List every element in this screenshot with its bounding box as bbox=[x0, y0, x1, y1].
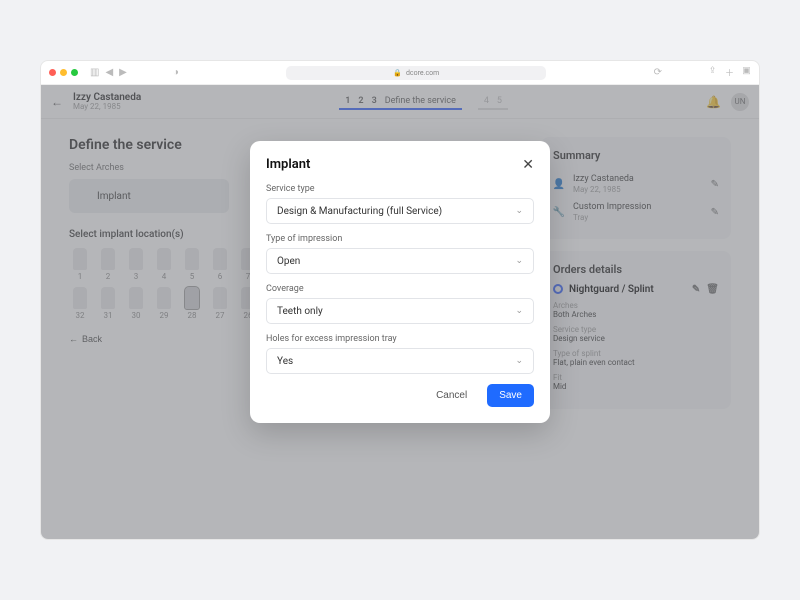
url-text: dcore.com bbox=[406, 69, 439, 77]
tabs-icon[interactable]: ▣ bbox=[742, 66, 751, 79]
modal-scrim[interactable]: Implant ✕ Service type Design & Manufactu… bbox=[41, 85, 759, 539]
select-value: Open bbox=[277, 256, 300, 267]
share-icon[interactable]: ⇪ bbox=[708, 66, 717, 79]
field-label: Service type bbox=[266, 184, 534, 194]
shield-icon: ◑ bbox=[173, 67, 179, 78]
select-value: Design & Manufacturing (full Service) bbox=[277, 206, 442, 217]
modal-title: Implant bbox=[266, 157, 522, 172]
cancel-button[interactable]: Cancel bbox=[424, 384, 479, 407]
select-value: Teeth only bbox=[277, 306, 323, 317]
field-label: Type of impression bbox=[266, 234, 534, 244]
select-value: Yes bbox=[277, 356, 293, 367]
select-service-type[interactable]: Design & Manufacturing (full Service) ⌄ bbox=[266, 198, 534, 224]
address-bar[interactable]: 🔒 dcore.com bbox=[286, 66, 546, 80]
select-type-of-impression[interactable]: Open ⌄ bbox=[266, 248, 534, 274]
field-label: Coverage bbox=[266, 284, 534, 294]
new-tab-icon[interactable]: ＋ bbox=[725, 66, 734, 79]
window-controls[interactable] bbox=[49, 69, 78, 76]
save-button[interactable]: Save bbox=[487, 384, 534, 407]
app-window: ▥ ◀ ▶ ◑ 🔒 dcore.com ⟳ ⇪ ＋ ▣ ← Izzy Casta… bbox=[40, 60, 760, 540]
sidebar-toggle-icon[interactable]: ▥ bbox=[90, 67, 99, 78]
reload-icon[interactable]: ⟳ bbox=[654, 67, 662, 78]
close-icon[interactable]: ✕ bbox=[522, 158, 534, 172]
nav-forward-icon[interactable]: ▶ bbox=[119, 67, 127, 78]
select-holes-for-excess-impression-tray[interactable]: Yes ⌄ bbox=[266, 348, 534, 374]
implant-modal: Implant ✕ Service type Design & Manufactu… bbox=[250, 141, 550, 423]
chevron-down-icon: ⌄ bbox=[515, 206, 523, 216]
minimize-window-icon[interactable] bbox=[60, 69, 67, 76]
chevron-down-icon: ⌄ bbox=[515, 306, 523, 316]
browser-chrome: ▥ ◀ ▶ ◑ 🔒 dcore.com ⟳ ⇪ ＋ ▣ bbox=[41, 61, 759, 85]
close-window-icon[interactable] bbox=[49, 69, 56, 76]
nav-back-icon[interactable]: ◀ bbox=[105, 67, 113, 78]
field-label: Holes for excess impression tray bbox=[266, 334, 534, 344]
select-coverage[interactable]: Teeth only ⌄ bbox=[266, 298, 534, 324]
lock-icon: 🔒 bbox=[393, 69, 402, 77]
chevron-down-icon: ⌄ bbox=[515, 356, 523, 366]
maximize-window-icon[interactable] bbox=[71, 69, 78, 76]
chevron-down-icon: ⌄ bbox=[515, 256, 523, 266]
